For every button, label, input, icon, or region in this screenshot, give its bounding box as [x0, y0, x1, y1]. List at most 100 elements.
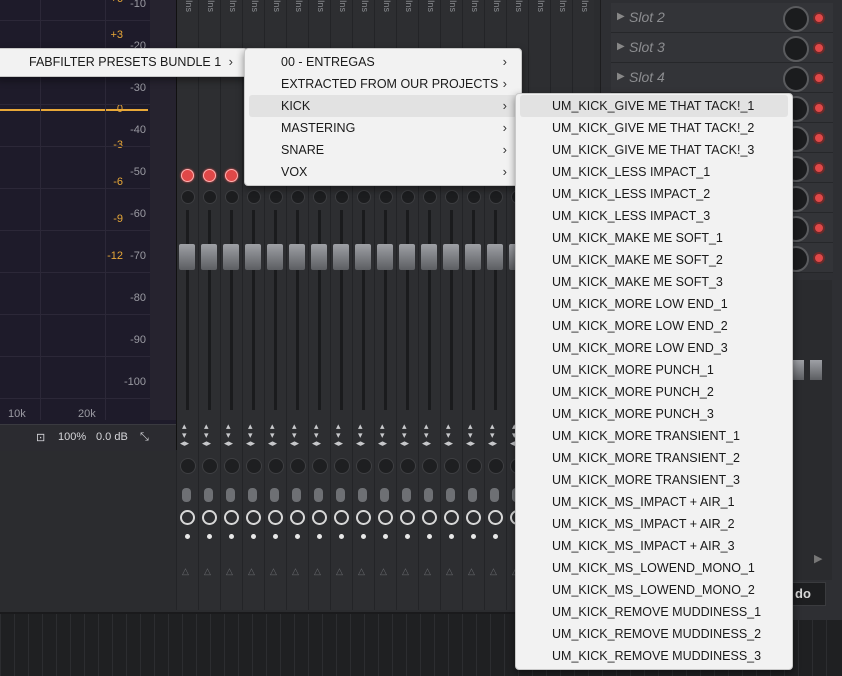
- menu-item[interactable]: UM_KICK_LESS IMPACT_1: [520, 161, 788, 183]
- insert-slot-button[interactable]: Ins: [224, 0, 238, 14]
- expand-icon[interactable]: △: [270, 566, 277, 577]
- stereo-knob[interactable]: [446, 488, 455, 502]
- volume-fader[interactable]: [311, 244, 327, 270]
- stereo-knob[interactable]: [402, 488, 411, 502]
- swap-icon[interactable]: ◂▸: [268, 438, 277, 449]
- insert-slot-button[interactable]: Ins: [202, 0, 216, 14]
- expand-icon[interactable]: △: [380, 566, 387, 577]
- send-knob[interactable]: [466, 458, 482, 474]
- volume-fader[interactable]: [245, 244, 261, 270]
- stereo-knob[interactable]: [424, 488, 433, 502]
- menu-item[interactable]: UM_KICK_MORE PUNCH_2: [520, 381, 788, 403]
- menu-item[interactable]: UM_KICK_MORE LOW END_1: [520, 293, 788, 315]
- insert-slot-button[interactable]: Ins: [400, 0, 414, 14]
- expand-icon[interactable]: △: [336, 566, 343, 577]
- insert-slot-button[interactable]: Ins: [576, 0, 590, 14]
- send-knob[interactable]: [356, 458, 372, 474]
- volume-fader[interactable]: [223, 244, 239, 270]
- menu-item[interactable]: UM_KICK_MORE LOW END_2: [520, 315, 788, 337]
- menu-item[interactable]: MASTERING ›: [249, 117, 517, 139]
- pan-knob[interactable]: [203, 190, 217, 204]
- menu-item[interactable]: UM_KICK_GIVE ME THAT TACK!_3: [520, 139, 788, 161]
- menu-item[interactable]: UM_KICK_MORE TRANSIENT_3: [520, 469, 788, 491]
- menu-item[interactable]: UM_KICK_MS_IMPACT + AIR_3: [520, 535, 788, 557]
- expand-icon[interactable]: △: [182, 566, 189, 577]
- record-dot[interactable]: [383, 534, 388, 539]
- pan-knob[interactable]: [247, 190, 261, 204]
- swap-icon[interactable]: ◂▸: [180, 438, 189, 449]
- swap-icon[interactable]: ◂▸: [224, 438, 233, 449]
- pan-knob[interactable]: [423, 190, 437, 204]
- record-dot[interactable]: [471, 534, 476, 539]
- stereo-knob[interactable]: [358, 488, 367, 502]
- volume-fader[interactable]: [377, 244, 393, 270]
- slot-mix-knob[interactable]: [783, 36, 809, 62]
- swap-icon[interactable]: ◂▸: [290, 438, 299, 449]
- stereo-knob[interactable]: [182, 488, 191, 502]
- expand-icon[interactable]: △: [314, 566, 321, 577]
- delay-icon[interactable]: [268, 510, 283, 525]
- slot-enable-led[interactable]: [813, 252, 825, 264]
- delay-icon[interactable]: [444, 510, 459, 525]
- fader-handle[interactable]: [792, 360, 804, 380]
- slot-mix-knob[interactable]: [783, 6, 809, 32]
- record-dot[interactable]: [493, 534, 498, 539]
- stereo-knob[interactable]: [248, 488, 257, 502]
- swap-icon[interactable]: ◂▸: [422, 438, 431, 449]
- slot-enable-led[interactable]: [813, 72, 825, 84]
- mute-led[interactable]: [181, 169, 194, 182]
- volume-fader[interactable]: [421, 244, 437, 270]
- slot-enable-led[interactable]: [813, 102, 825, 114]
- record-dot[interactable]: [427, 534, 432, 539]
- insert-slot-button[interactable]: Ins: [510, 0, 524, 14]
- stereo-knob[interactable]: [204, 488, 213, 502]
- send-knob[interactable]: [334, 458, 350, 474]
- expand-icon[interactable]: △: [226, 566, 233, 577]
- volume-fader[interactable]: [179, 244, 195, 270]
- delay-icon[interactable]: [290, 510, 305, 525]
- menu-item[interactable]: UM_KICK_MAKE ME SOFT_1: [520, 227, 788, 249]
- delay-icon[interactable]: [356, 510, 371, 525]
- record-dot[interactable]: [405, 534, 410, 539]
- pan-knob[interactable]: [467, 190, 481, 204]
- volume-fader[interactable]: [487, 244, 503, 270]
- send-knob[interactable]: [202, 458, 218, 474]
- delay-icon[interactable]: [488, 510, 503, 525]
- send-knob[interactable]: [378, 458, 394, 474]
- delay-icon[interactable]: [466, 510, 481, 525]
- insert-slot-button[interactable]: Ins: [444, 0, 458, 14]
- menu-item[interactable]: UM_KICK_REMOVE MUDDINESS_2: [520, 623, 788, 645]
- volume-fader[interactable]: [355, 244, 371, 270]
- slot-expand-icon[interactable]: ▶: [617, 71, 625, 82]
- pan-knob[interactable]: [291, 190, 305, 204]
- record-dot[interactable]: [207, 534, 212, 539]
- slot-4[interactable]: ▶ Slot 4: [611, 63, 833, 93]
- send-knob[interactable]: [224, 458, 240, 474]
- insert-slot-button[interactable]: Ins: [466, 0, 480, 14]
- pan-knob[interactable]: [401, 190, 415, 204]
- slot-expand-icon[interactable]: ▶: [617, 11, 625, 22]
- mute-led[interactable]: [225, 169, 238, 182]
- volume-fader[interactable]: [333, 244, 349, 270]
- fader-handle[interactable]: [810, 360, 822, 380]
- eq-curve[interactable]: [0, 109, 148, 111]
- menu-item[interactable]: UM_KICK_MAKE ME SOFT_3: [520, 271, 788, 293]
- compare-icon[interactable]: ⊡: [36, 431, 45, 444]
- send-knob[interactable]: [444, 458, 460, 474]
- send-knob[interactable]: [312, 458, 328, 474]
- menu-item[interactable]: UM_KICK_MS_LOWEND_MONO_1: [520, 557, 788, 579]
- insert-slot-button[interactable]: Ins: [268, 0, 282, 14]
- stereo-knob[interactable]: [468, 488, 477, 502]
- volume-fader[interactable]: [267, 244, 283, 270]
- expand-icon[interactable]: △: [292, 566, 299, 577]
- menu-item[interactable]: UM_KICK_MS_IMPACT + AIR_2: [520, 513, 788, 535]
- expand-icon[interactable]: △: [248, 566, 255, 577]
- stereo-knob[interactable]: [270, 488, 279, 502]
- insert-slot-button[interactable]: Ins: [180, 0, 194, 14]
- insert-slot-button[interactable]: Ins: [356, 0, 370, 14]
- menu-item[interactable]: UM_KICK_REMOVE MUDDINESS_1: [520, 601, 788, 623]
- menu-item[interactable]: UM_KICK_MS_LOWEND_MONO_2: [520, 579, 788, 601]
- record-dot[interactable]: [449, 534, 454, 539]
- chevron-right-icon[interactable]: ▶: [814, 552, 822, 565]
- menu-item[interactable]: 00 - ENTREGAS ›: [249, 51, 517, 73]
